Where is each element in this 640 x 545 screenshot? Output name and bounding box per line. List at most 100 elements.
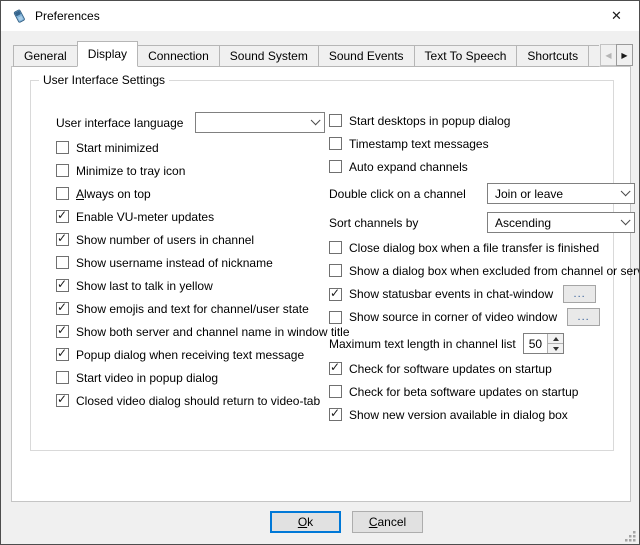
spinbox-value[interactable]: 50 <box>524 334 547 353</box>
checkbox-show-statusbar-events-in-chat-window[interactable]: ✓ <box>329 288 342 301</box>
row-enable-vu-meter-updates: ✓Enable VU-meter updates <box>56 208 328 225</box>
label-start-minimized: Start minimized <box>76 141 159 155</box>
row-closed-video-dialog-should-return-to-video-tab: ✓ Closed video dialog should return to vi… <box>56 392 328 409</box>
row-user-interface-language: User interface language <box>56 112 328 133</box>
label-show-username-instead-of-nickname: Show username instead of nickname <box>76 256 273 270</box>
checkbox-check-for-software-updates-on-startup[interactable]: ✓ <box>329 362 342 375</box>
checkmark-icon: ✓ <box>57 231 67 245</box>
dropdown-value: Join or leave <box>495 187 563 201</box>
tab-shortcuts[interactable]: Shortcuts <box>516 45 589 67</box>
label-show-both-server-and-channel-name-in-window-title: Show both server and channel name in win… <box>76 325 350 339</box>
spinbox-maximum-text-length-in-channel-list[interactable]: 50 <box>523 333 564 354</box>
label-maximum-text-length-in-channel-list: Maximum text length in channel list <box>329 337 516 351</box>
checkmark-icon: ✓ <box>57 300 67 314</box>
titlebar: Preferences ✕ <box>1 1 639 31</box>
checkmark-icon: ✓ <box>57 323 67 337</box>
row-popup-dialog-when-receiving-text-message: ✓ Popup dialog when receiving text messag… <box>56 346 328 363</box>
checkbox-always-on-top[interactable]: ✓ <box>56 187 69 200</box>
close-icon[interactable]: ✕ <box>594 1 639 30</box>
tab-sound-system[interactable]: Sound System <box>219 45 319 67</box>
checkbox-show-both-server-and-channel-name-in-window-title[interactable]: ✓ <box>56 325 69 338</box>
window-title: Preferences <box>35 9 100 23</box>
checkbox-show-number-of-users-in-channel[interactable]: ✓ <box>56 233 69 246</box>
row-show-number-of-users-in-channel: ✓ Show number of users in channel <box>56 231 328 248</box>
label-show-a-dialog-box-when-excluded-from-channel-or-server: Show a dialog box when excluded from cha… <box>349 264 640 278</box>
row-start-video-in-popup-dialog: ✓ Start video in popup dialog <box>56 369 328 386</box>
tab-sound-events[interactable]: Sound Events <box>318 45 415 67</box>
row-check-for-software-updates-on-startup: ✓ Check for software updates on startup <box>329 360 635 377</box>
row-maximum-text-length-in-channel-list: Maximum text length in channel list 50 <box>329 333 635 354</box>
browse-button-show-source-in-corner-of-video-window[interactable]: ... <box>567 308 600 326</box>
label-sort-channels-by: Sort channels by <box>329 216 418 230</box>
checkbox-show-emojis-and-text-for-channel-user-state[interactable]: ✓ <box>56 302 69 315</box>
label-timestamp-text-messages: Timestamp text messages <box>349 137 489 151</box>
label-show-last-to-talk-in-yellow: Show last to talk in yellow <box>76 279 213 293</box>
checkbox-close-dialog-box-when-a-file-transfer-is-finished[interactable]: ✓ <box>329 241 342 254</box>
row-show-new-version-available-in-dialog-box: ✓Show new version available in dialog bo… <box>329 406 635 423</box>
row-start-desktops-in-popup-dialog: ✓Start desktops in popup dialog <box>329 112 635 129</box>
tab-bar: GeneralDisplayConnectionSound SystemSoun… <box>13 41 599 67</box>
label-auto-expand-channels: Auto expand channels <box>349 160 468 174</box>
dropdown-value: Ascending <box>495 216 551 230</box>
groupbox-title: User Interface Settings <box>39 73 169 87</box>
checkbox-closed-video-dialog-should-return-to-video-tab[interactable]: ✓ <box>56 394 69 407</box>
row-auto-expand-channels: ✓ Auto expand channels <box>329 158 635 175</box>
row-check-for-beta-software-updates-on-startup: ✓Check for beta software updates on star… <box>329 383 635 400</box>
row-timestamp-text-messages: ✓ Timestamp text messages <box>329 135 635 152</box>
checkbox-show-last-to-talk-in-yellow[interactable]: ✓ <box>56 279 69 292</box>
row-show-username-instead-of-nickname: ✓ Show username instead of nickname <box>56 254 328 271</box>
dropdown-user-interface-language[interactable] <box>195 112 325 133</box>
row-minimize-to-tray-icon: ✓ Minimize to tray icon <box>56 162 328 179</box>
tab-page-display: User Interface Settings User interface l… <box>11 66 631 502</box>
cancel-button[interactable]: Cancel <box>352 511 423 533</box>
row-show-a-dialog-box-when-excluded-from-channel-or-server: ✓Show a dialog box when excluded from ch… <box>329 262 635 279</box>
checkbox-start-minimized[interactable]: ✓ <box>56 141 69 154</box>
tab-display[interactable]: Display <box>77 41 138 67</box>
checkbox-popup-dialog-when-receiving-text-message[interactable]: ✓ <box>56 348 69 361</box>
groupbox-user-interface-settings: User Interface Settings User interface l… <box>30 80 614 451</box>
spin-up-icon[interactable] <box>548 334 563 343</box>
tab-scroll-left-icon[interactable]: ◀ <box>600 44 617 66</box>
dropdown-double-click-on-a-channel[interactable]: Join or leave <box>487 183 635 204</box>
spin-down-icon[interactable] <box>548 343 563 353</box>
dropdown-sort-channels-by[interactable]: Ascending <box>487 212 635 233</box>
checkbox-show-source-in-corner-of-video-window[interactable]: ✓ <box>329 311 342 324</box>
row-sort-channels-by: Sort channels by Ascending <box>329 212 635 233</box>
tab-connection[interactable]: Connection <box>137 45 220 67</box>
label-double-click-on-a-channel: Double click on a channel <box>329 187 466 201</box>
label-popup-dialog-when-receiving-text-message: Popup dialog when receiving text message <box>76 348 304 362</box>
label-check-for-software-updates-on-startup: Check for software updates on startup <box>349 362 552 376</box>
app-icon <box>11 8 27 24</box>
checkbox-timestamp-text-messages[interactable]: ✓ <box>329 137 342 150</box>
row-close-dialog-box-when-a-file-transfer-is-finished: ✓Close dialog box when a file transfer i… <box>329 239 635 256</box>
checkmark-icon: ✓ <box>57 277 67 291</box>
preferences-dialog: Preferences ✕ GeneralDisplayConnectionSo… <box>0 0 640 545</box>
tab-scroll-right-icon[interactable]: ▶ <box>616 44 633 66</box>
label-start-video-in-popup-dialog: Start video in popup dialog <box>76 371 218 385</box>
label-show-number-of-users-in-channel: Show number of users in channel <box>76 233 254 247</box>
checkbox-auto-expand-channels[interactable]: ✓ <box>329 160 342 173</box>
checkbox-show-new-version-available-in-dialog-box[interactable]: ✓ <box>329 408 342 421</box>
checkbox-start-desktops-in-popup-dialog[interactable]: ✓ <box>329 114 342 127</box>
checkbox-show-username-instead-of-nickname[interactable]: ✓ <box>56 256 69 269</box>
checkbox-check-for-beta-software-updates-on-startup[interactable]: ✓ <box>329 385 342 398</box>
checkmark-icon: ✓ <box>330 286 340 300</box>
chevron-down-icon <box>311 115 321 125</box>
row-show-last-to-talk-in-yellow: ✓ Show last to talk in yellow <box>56 277 328 294</box>
tab-text-to-speech[interactable]: Text To Speech <box>414 45 518 67</box>
label-minimize-to-tray-icon: Minimize to tray icon <box>76 164 185 178</box>
row-show-statusbar-events-in-chat-window: ✓Show statusbar events in chat-window... <box>329 285 635 303</box>
ok-button[interactable]: Ok <box>270 511 341 533</box>
checkmark-icon: ✓ <box>57 208 67 222</box>
browse-button-show-statusbar-events-in-chat-window[interactable]: ... <box>563 285 596 303</box>
tab-general[interactable]: General <box>13 45 78 67</box>
checkbox-show-a-dialog-box-when-excluded-from-channel-or-server[interactable]: ✓ <box>329 264 342 277</box>
row-show-emojis-and-text-for-channel-user-state: ✓Show emojis and text for channel/user s… <box>56 300 328 317</box>
checkbox-start-video-in-popup-dialog[interactable]: ✓ <box>56 371 69 384</box>
checkbox-minimize-to-tray-icon[interactable]: ✓ <box>56 164 69 177</box>
label-closed-video-dialog-should-return-to-video-tab: Closed video dialog should return to vid… <box>76 394 320 408</box>
resize-grip-icon[interactable] <box>624 529 636 541</box>
checkbox-enable-vu-meter-updates[interactable]: ✓ <box>56 210 69 223</box>
tab-video[interactable]: Video <box>588 45 599 67</box>
label-user-interface-language: User interface language <box>56 116 183 130</box>
